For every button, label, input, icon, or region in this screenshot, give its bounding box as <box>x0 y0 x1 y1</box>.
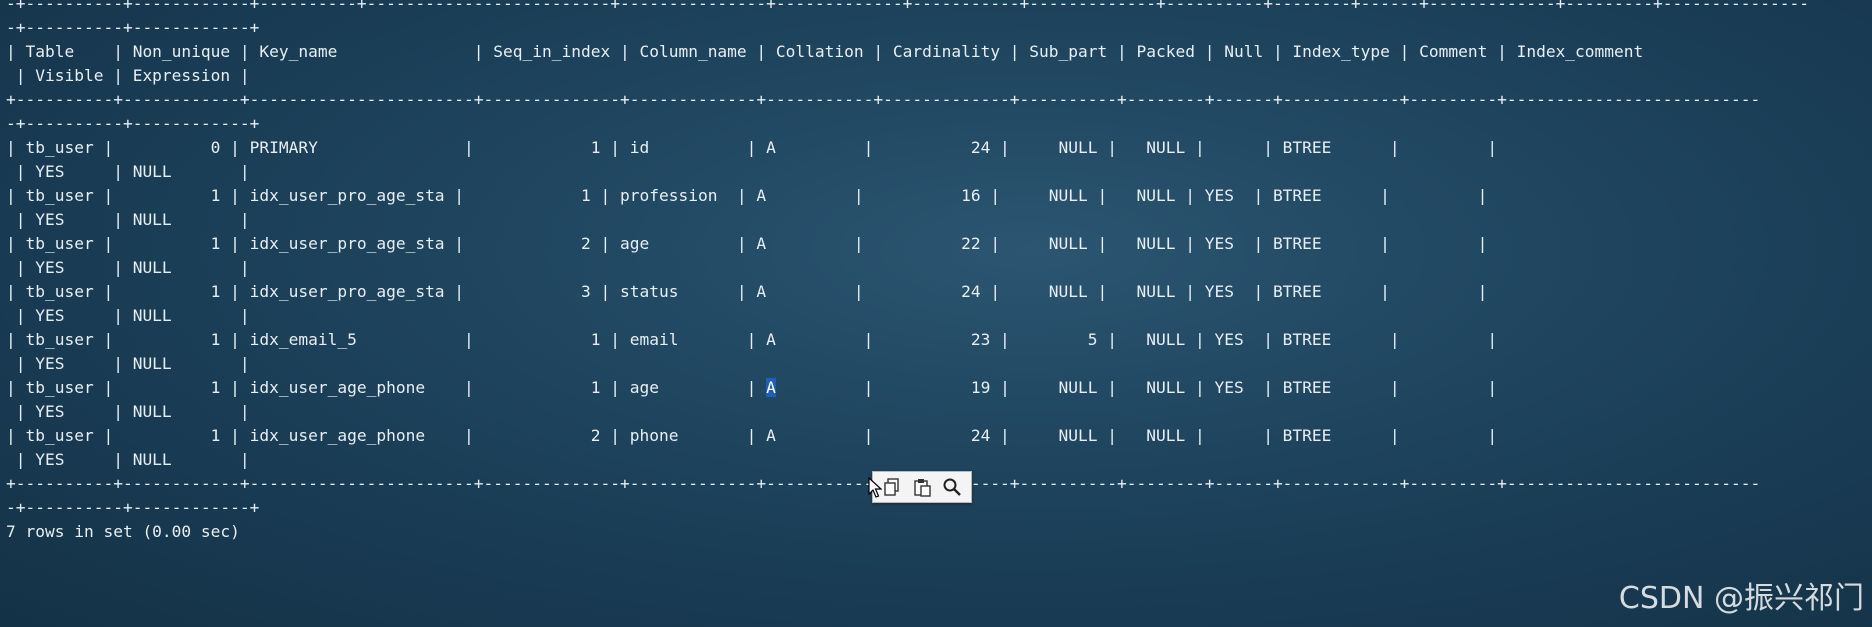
copy-icon <box>884 478 899 496</box>
terminal-line: | YES | NULL | <box>6 306 250 325</box>
terminal-line: | Visible | Expression | <box>6 66 250 85</box>
terminal-window[interactable]: -+----------+------------+----------+---… <box>0 0 1872 627</box>
terminal-line: | YES | NULL | <box>6 450 250 469</box>
selection-popup-toolbar <box>872 471 972 503</box>
csdn-watermark: CSDN @振兴祁门 <box>1618 581 1864 616</box>
search-icon <box>943 478 961 496</box>
terminal-line: | tb_user | 1 | idx_user_pro_age_sta | 3… <box>6 282 1488 301</box>
copy-button[interactable] <box>879 474 905 500</box>
selected-row-line[interactable]: | tb_user | 1 | idx_user_age_phone | 1 |… <box>6 378 1497 398</box>
paste-button[interactable] <box>909 474 935 500</box>
terminal-line: -+----------+------------+ <box>6 18 260 37</box>
selected-text[interactable]: A <box>766 378 776 397</box>
terminal-line: | tb_user | 1 | idx_user_pro_age_sta | 1… <box>6 186 1488 205</box>
paste-icon <box>914 479 931 497</box>
terminal-line: -+----------+------------+ <box>6 498 260 517</box>
terminal-line: +----------+------------+---------------… <box>6 90 1761 109</box>
terminal-line: | tb_user | 1 | idx_user_pro_age_sta | 2… <box>6 234 1488 253</box>
terminal-line: -+----------+------------+----------+---… <box>6 0 1809 13</box>
terminal-line: | tb_user | 0 | PRIMARY | 1 | id | A | 2… <box>6 138 1498 157</box>
terminal-line: | tb_user | 1 | idx_email_5 | 1 | email … <box>6 330 1498 349</box>
terminal-line: | YES | NULL | <box>6 210 250 229</box>
terminal-line: -+----------+------------+ <box>6 114 260 133</box>
result-summary: 7 rows in set (0.00 sec) <box>6 522 240 541</box>
terminal-line: | YES | NULL | <box>6 162 250 181</box>
terminal-line: | YES | NULL | <box>6 402 250 421</box>
terminal-line: | Table | Non_unique | Key_name | Seq_in… <box>6 42 1644 61</box>
selected-row-suffix: | 19 | NULL | NULL | YES | BTREE | | <box>775 378 1498 397</box>
terminal-line: | YES | NULL | <box>6 258 250 277</box>
terminal-line: | tb_user | 1 | idx_user_age_phone | 2 |… <box>6 426 1498 445</box>
selected-row-prefix: | tb_user | 1 | idx_user_age_phone | 1 |… <box>6 378 767 397</box>
terminal-line: | YES | NULL | <box>6 354 250 373</box>
mouse-cursor-icon <box>868 477 882 498</box>
search-button[interactable] <box>939 474 965 500</box>
